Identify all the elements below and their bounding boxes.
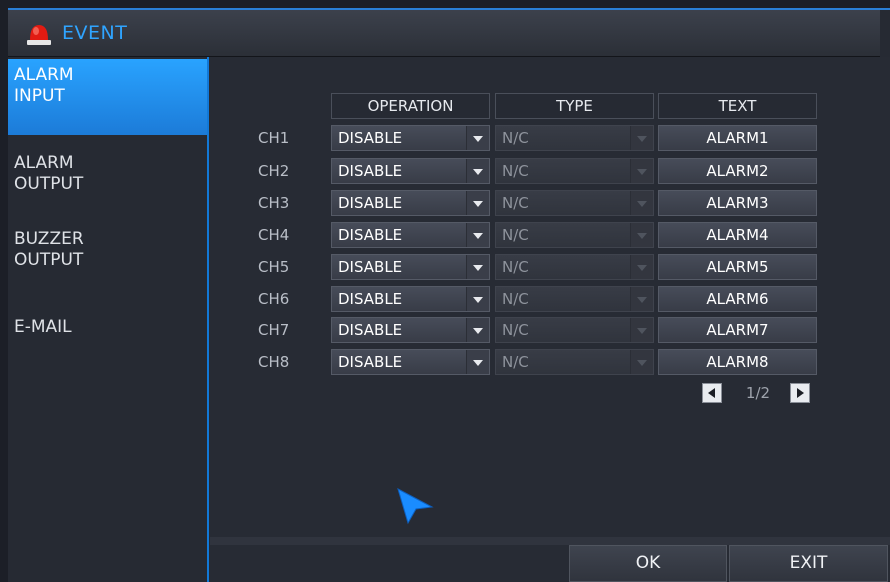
sidebar-item-label: ALARM (14, 65, 74, 85)
chevron-down-icon (630, 318, 653, 342)
alarm-siren-icon (27, 25, 51, 45)
bottom-bar (210, 537, 890, 545)
type-select: N/C (495, 254, 654, 280)
sidebar-item-label: OUTPUT (14, 174, 84, 194)
operation-value: DISABLE (338, 353, 403, 371)
type-value: N/C (502, 162, 529, 180)
type-value: N/C (502, 321, 529, 339)
sidebar-item-label: E-MAIL (14, 317, 72, 337)
ok-button[interactable]: OK (569, 545, 727, 582)
type-value: N/C (502, 290, 529, 308)
channel-label: CH8 (258, 353, 290, 371)
type-value: N/C (502, 226, 529, 244)
column-header-operation: OPERATION (331, 93, 490, 119)
channel-label: CH3 (258, 194, 290, 212)
chevron-down-icon[interactable] (466, 287, 489, 311)
type-select: N/C (495, 158, 654, 184)
operation-value: DISABLE (338, 129, 403, 147)
chevron-down-icon[interactable] (466, 318, 489, 342)
title-bar: EVENT (8, 10, 880, 57)
sidebar-item-email[interactable]: E-MAIL (8, 317, 207, 338)
alarm-text-field[interactable]: ALARM8 (658, 349, 817, 375)
column-header-type: TYPE (495, 93, 654, 119)
chevron-down-icon (630, 223, 653, 247)
sidebar-item-alarm-output[interactable]: ALARM OUTPUT (8, 153, 207, 195)
alarm-text-field[interactable]: ALARM1 (658, 125, 817, 151)
sidebar-item-label: BUZZER (14, 229, 84, 249)
window-title: EVENT (62, 22, 128, 44)
alarm-text-field[interactable]: ALARM3 (658, 190, 817, 216)
sidebar-item-label: INPUT (14, 86, 65, 106)
chevron-down-icon (630, 350, 653, 374)
chevron-down-icon[interactable] (466, 350, 489, 374)
sidebar-item-buzzer-output[interactable]: BUZZER OUTPUT (8, 229, 207, 271)
sidebar-item-label: ALARM (14, 153, 74, 173)
operation-value: DISABLE (338, 290, 403, 308)
chevron-down-icon (630, 287, 653, 311)
chevron-down-icon[interactable] (466, 126, 489, 150)
type-select: N/C (495, 317, 654, 343)
type-select: N/C (495, 190, 654, 216)
next-page-button[interactable] (790, 383, 810, 403)
type-value: N/C (502, 353, 529, 371)
alarm-text-field[interactable]: ALARM4 (658, 222, 817, 248)
type-select: N/C (495, 349, 654, 375)
channel-label: CH5 (258, 258, 290, 276)
channel-label: CH6 (258, 290, 290, 308)
sidebar-item-label: OUTPUT (14, 250, 84, 270)
operation-select[interactable]: DISABLE (331, 222, 490, 248)
operation-select[interactable]: DISABLE (331, 190, 490, 216)
operation-select[interactable]: DISABLE (331, 349, 490, 375)
type-value: N/C (502, 194, 529, 212)
chevron-down-icon[interactable] (466, 223, 489, 247)
page-indicator: 1/2 (745, 384, 771, 402)
mouse-pointer-icon (397, 488, 434, 525)
alarm-text-field[interactable]: ALARM7 (658, 317, 817, 343)
channel-label: CH1 (258, 129, 290, 147)
exit-button[interactable]: EXIT (729, 545, 888, 582)
type-select: N/C (495, 222, 654, 248)
chevron-down-icon (630, 159, 653, 183)
alarm-text-field[interactable]: ALARM6 (658, 286, 817, 312)
chevron-down-icon (630, 126, 653, 150)
type-value: N/C (502, 258, 529, 276)
operation-value: DISABLE (338, 162, 403, 180)
operation-value: DISABLE (338, 194, 403, 212)
prev-page-button[interactable] (702, 383, 722, 403)
operation-select[interactable]: DISABLE (331, 286, 490, 312)
operation-value: DISABLE (338, 321, 403, 339)
operation-value: DISABLE (338, 226, 403, 244)
sidebar-item-alarm-input[interactable]: ALARM INPUT (8, 59, 207, 135)
chevron-down-icon[interactable] (466, 191, 489, 215)
type-value: N/C (502, 129, 529, 147)
chevron-down-icon[interactable] (466, 255, 489, 279)
channel-label: CH4 (258, 226, 290, 244)
sidebar: ALARM INPUT ALARM OUTPUT BUZZER OUTPUT E… (8, 57, 209, 582)
type-select: N/C (495, 125, 654, 151)
chevron-down-icon (630, 255, 653, 279)
alarm-text-field[interactable]: ALARM5 (658, 254, 817, 280)
operation-select[interactable]: DISABLE (331, 254, 490, 280)
channel-label: CH7 (258, 321, 290, 339)
alarm-text-field[interactable]: ALARM2 (658, 158, 817, 184)
operation-select[interactable]: DISABLE (331, 158, 490, 184)
operation-value: DISABLE (338, 258, 403, 276)
chevron-down-icon[interactable] (466, 159, 489, 183)
channel-label: CH2 (258, 162, 290, 180)
chevron-down-icon (630, 191, 653, 215)
column-header-text: TEXT (658, 93, 817, 119)
operation-select[interactable]: DISABLE (331, 125, 490, 151)
type-select: N/C (495, 286, 654, 312)
operation-select[interactable]: DISABLE (331, 317, 490, 343)
